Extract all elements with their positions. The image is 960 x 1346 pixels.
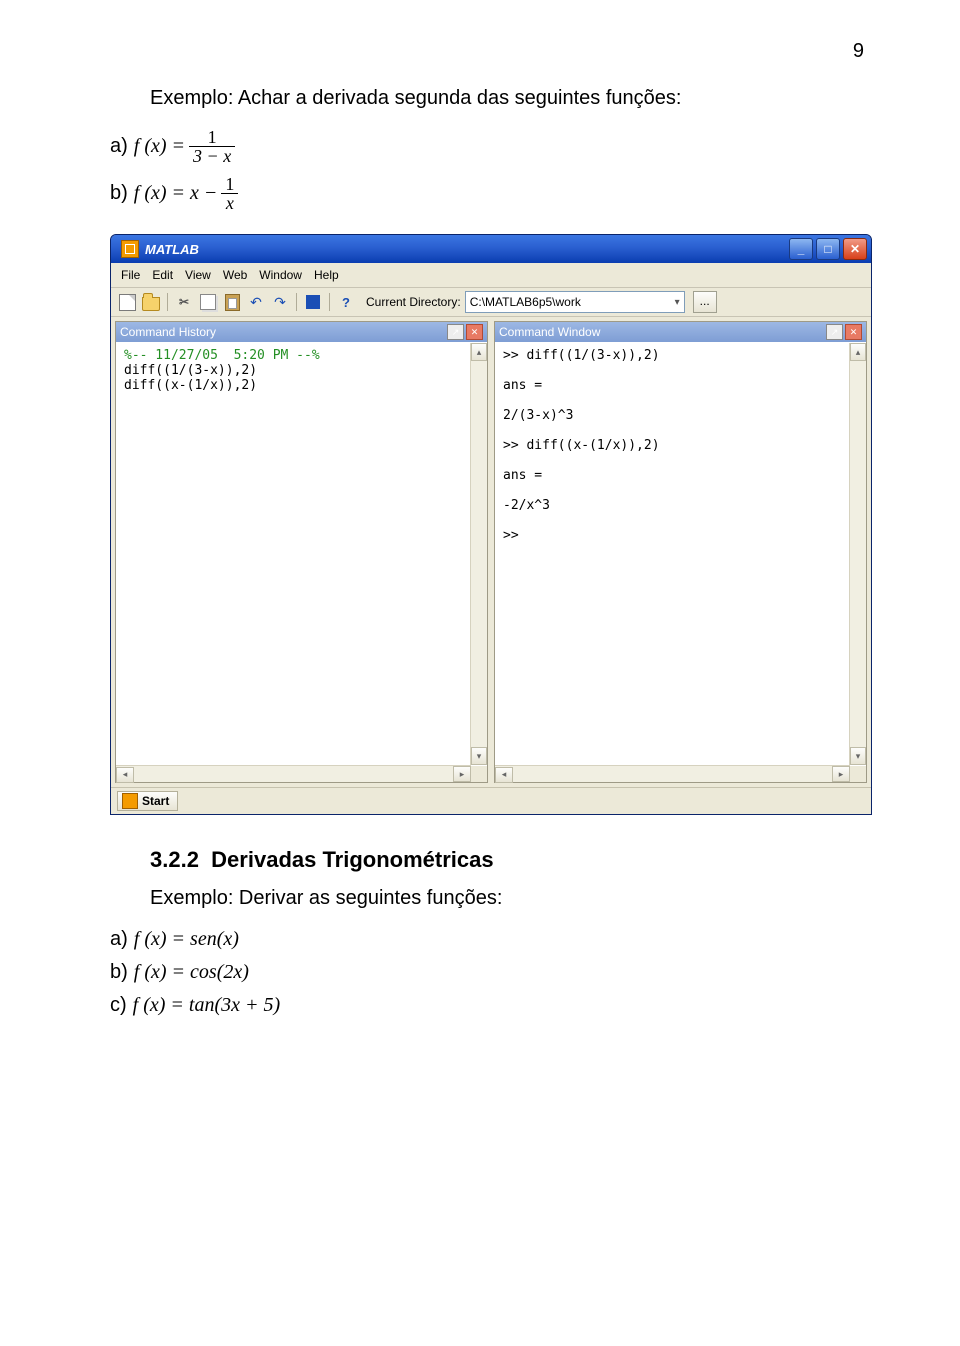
new-file-icon [119,294,136,311]
scrollbar-vertical[interactable]: ▴ ▾ [470,343,487,765]
copy-button[interactable] [198,292,218,312]
copy-icon [200,294,216,310]
current-directory-label: Current Directory: [366,295,461,309]
item-a-prefix: f (x) = [134,135,185,158]
current-directory-value: C:\MATLAB6p5\work [470,295,581,309]
bottom-item-b-label: b) [110,961,128,984]
item-b: b) f (x) = x − 1 x [110,175,870,212]
intro-text: Exemplo: Achar a derivada segunda das se… [150,87,870,110]
section-title: 3.2.2 Derivadas Trigonométricas [150,847,870,873]
scroll-up-icon: ▴ [471,343,487,361]
item-a: a) f (x) = 1 3 − x [110,128,870,165]
redo-icon: ↷ [274,294,286,311]
paste-button[interactable] [222,292,242,312]
bottom-item-b: b) f (x) = cos(2x) [110,961,870,984]
maximize-button[interactable]: □ [816,238,840,260]
browse-button[interactable]: ... [693,291,717,313]
menu-edit[interactable]: Edit [152,268,173,282]
pane-close-button[interactable]: ✕ [466,324,483,340]
matlab-icon [121,240,139,258]
matlab-window: MATLAB _ □ ✕ File Edit View Web Window H… [110,234,872,815]
help-icon: ? [342,295,350,310]
bottom-item-a: a) f (x) = sen(x) [110,928,870,951]
close-button[interactable]: ✕ [843,238,867,260]
section-number: 3.2.2 [150,847,199,872]
command-window-body[interactable]: >> diff((1/(3-x)),2) ans = 2/(3-x)^3 >> … [495,342,866,782]
redo-button[interactable]: ↷ [270,292,290,312]
separator-icon [329,293,330,311]
undo-button[interactable]: ↶ [246,292,266,312]
chevron-down-icon: ▾ [675,297,680,308]
open-file-icon [142,297,160,311]
undo-icon: ↶ [250,294,262,311]
bottom-item-c: c) f (x) = tan(3x + 5) [110,994,870,1017]
section-example: Exemplo: Derivar as seguintes funções: [150,887,870,910]
matlab-icon [122,793,138,809]
scrollbar-horizontal[interactable]: ◂ ▸ [495,765,850,782]
undock-button[interactable]: ↗ [447,324,464,340]
scrollbar-vertical[interactable]: ▴ ▾ [849,343,866,765]
section-name: Derivadas Trigonométricas [211,847,493,872]
scroll-up-icon: ▴ [850,343,866,361]
page-number: 9 [110,40,870,63]
undock-button[interactable]: ↗ [826,324,843,340]
item-b-denominator: x [222,194,238,212]
scroll-right-icon: ▸ [453,766,471,782]
item-a-label: a) [110,135,128,158]
window-title: MATLAB [145,242,789,257]
scroll-down-icon: ▾ [471,747,487,765]
command-history-title: Command History [120,325,216,339]
scroll-right-icon: ▸ [832,766,850,782]
bottom-item-a-expr: f (x) = sen(x) [134,928,239,951]
toolbar: ✂ ↶ ↷ ? Current Directory: C:\MATLAB6p5\… [111,288,871,317]
item-a-numerator: 1 [204,128,221,146]
new-file-button[interactable] [117,292,137,312]
command-window-pane: Command Window ↗ ✕ >> diff((1/(3-x)),2) … [494,321,867,783]
item-a-fraction: 1 3 − x [189,128,235,165]
help-button[interactable]: ? [336,292,356,312]
start-button[interactable]: Start [117,791,178,811]
command-history-body[interactable]: %-- 11/27/05 5:20 PM --%diff((1/(3-x)),2… [116,342,487,782]
menu-window[interactable]: Window [259,268,302,282]
scroll-left-icon: ◂ [116,767,134,783]
scroll-corner [850,766,866,782]
item-b-numerator: 1 [221,175,238,193]
minimize-button[interactable]: _ [789,238,813,260]
start-label: Start [142,794,169,808]
item-a-denominator: 3 − x [189,147,235,165]
open-file-button[interactable] [141,292,161,312]
item-b-label: b) [110,182,128,205]
cut-button[interactable]: ✂ [174,292,194,312]
bottom-item-c-expr: f (x) = tan(3x + 5) [133,994,281,1017]
simulink-button[interactable] [303,292,323,312]
scrollbar-horizontal[interactable]: ◂ ▸ [116,765,471,782]
scroll-corner [471,766,487,782]
current-directory-select[interactable]: C:\MATLAB6p5\work ▾ [465,291,685,313]
paste-icon [225,294,240,311]
titlebar: MATLAB _ □ ✕ [111,235,871,263]
bottom-item-c-label: c) [110,994,127,1017]
scroll-left-icon: ◂ [495,767,513,783]
simulink-icon [306,295,320,309]
separator-icon [167,293,168,311]
command-window-title: Command Window [499,325,600,339]
bottom-item-b-expr: f (x) = cos(2x) [134,961,249,984]
command-history-pane: Command History ↗ ✕ %-- 11/27/05 5:20 PM… [115,321,488,783]
separator-icon [296,293,297,311]
menu-file[interactable]: File [121,268,140,282]
bottom-item-a-label: a) [110,928,128,951]
statusbar: Start [111,787,871,814]
menu-view[interactable]: View [185,268,211,282]
pane-close-button[interactable]: ✕ [845,324,862,340]
menu-web[interactable]: Web [223,268,247,282]
menubar: File Edit View Web Window Help [111,263,871,288]
item-b-prefix: f (x) = x − [134,182,218,205]
cut-icon: ✂ [179,295,189,309]
scroll-down-icon: ▾ [850,747,866,765]
menu-help[interactable]: Help [314,268,339,282]
item-b-fraction: 1 x [221,175,238,212]
